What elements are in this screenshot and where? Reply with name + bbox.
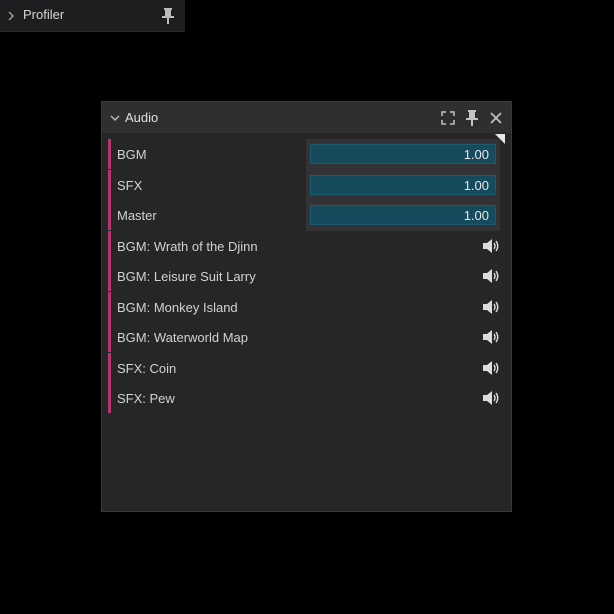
chevron-right-icon[interactable] [6,9,16,23]
volume-label: Master [117,208,157,223]
audio-panel-title: Audio [125,110,159,125]
sfx-volume-slider[interactable]: 1.00 [310,174,496,195]
maximize-icon[interactable] [440,110,456,126]
profiler-panel: Profiler [0,0,185,32]
sound-row: SFX: Pew [108,383,504,414]
audio-panel: Audio BGM 1.00 SFX 1.00 Master 1.00 BGM:… [101,101,512,512]
speaker-icon[interactable] [482,390,500,406]
sound-label: BGM: Monkey Island [117,299,238,315]
row-accent-bar [108,200,111,230]
master-volume-slider[interactable]: 1.00 [310,205,496,225]
pin-icon[interactable] [160,7,176,25]
slider-value: 1.00 [463,208,489,223]
volume-label: BGM [117,147,147,162]
speaker-icon[interactable] [482,299,500,315]
slider-well: 1.00 [306,169,500,200]
speaker-icon[interactable] [482,268,500,284]
row-accent-bar [108,291,111,322]
row-accent-bar [108,169,111,200]
sound-label: BGM: Wrath of the Djinn [117,238,258,254]
row-accent-bar [108,383,111,413]
bgm-volume-slider[interactable]: 1.00 [310,144,496,164]
sound-row: BGM: Monkey Island [108,291,504,323]
sound-label: BGM: Leisure Suit Larry [117,269,256,284]
sound-row: BGM: Wrath of the Djinn [108,230,504,262]
slider-value: 1.00 [463,147,489,162]
speaker-icon[interactable] [482,329,500,345]
audio-rows: BGM 1.00 SFX 1.00 Master 1.00 BGM: Wrath… [108,139,504,414]
sound-row: BGM: Leisure Suit Larry [108,261,504,292]
volume-row-sfx: SFX 1.00 [108,169,504,200]
row-accent-bar [108,261,111,291]
slider-well: 1.00 [306,200,500,231]
audio-panel-header[interactable]: Audio [102,102,511,133]
pin-icon[interactable] [464,110,480,126]
row-accent-bar [108,322,111,352]
sound-label: SFX: Pew [117,391,175,406]
volume-row-master: Master 1.00 [108,200,504,231]
row-accent-bar [108,139,111,169]
row-accent-bar [108,230,111,261]
sound-label: SFX: Coin [117,360,177,376]
profiler-title[interactable]: Profiler [23,7,64,22]
sound-row: BGM: Waterworld Map [108,322,504,353]
close-icon[interactable] [488,110,504,126]
slider-value: 1.00 [463,177,489,193]
speaker-icon[interactable] [482,360,500,376]
row-accent-bar [108,352,111,383]
speaker-icon[interactable] [482,238,500,254]
sound-row: SFX: Coin [108,352,504,384]
volume-label: SFX [117,177,143,193]
chevron-down-icon[interactable] [109,113,121,123]
sound-label: BGM: Waterworld Map [117,330,248,345]
volume-row-bgm: BGM 1.00 [108,139,504,170]
slider-well: 1.00 [306,139,500,170]
